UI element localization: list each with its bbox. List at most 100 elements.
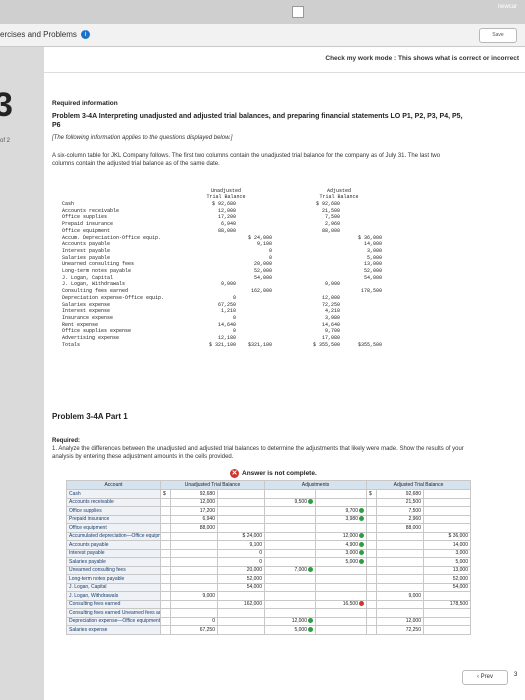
value-cell	[376, 574, 424, 584]
adjustment-input[interactable]	[315, 582, 367, 592]
cell-value: 9,000	[202, 592, 215, 599]
value-cell: 92,680	[170, 489, 218, 499]
account-cell: J. Logan, Capital	[66, 582, 161, 592]
value-cell: 54,000	[423, 582, 471, 592]
value-cell	[376, 582, 424, 592]
cell-value: 13,000	[452, 567, 468, 574]
correct-check-icon	[359, 533, 364, 539]
value-cell	[423, 506, 471, 516]
cell-value: 17,200	[199, 507, 215, 514]
cell-value: 21,500	[405, 499, 421, 506]
question-part: of 2	[0, 138, 11, 144]
adjustment-input[interactable]: 5,000	[264, 625, 316, 635]
table-row: Consulting fees earned 162,000 16,500 178,5…	[66, 599, 471, 609]
value-cell	[170, 548, 218, 558]
save-button[interactable]: Save	[479, 28, 517, 43]
adjustment-input[interactable]	[264, 548, 316, 558]
account-cell: Consulting fees earned	[66, 599, 161, 609]
table-row: Salaries payable 0 5,000 5,000	[66, 557, 471, 567]
value-cell: 52,000	[423, 574, 471, 584]
account-cell: Office supplies	[66, 506, 161, 516]
required-label: Required:	[52, 438, 81, 444]
value-cell	[217, 489, 265, 499]
value-cell	[160, 625, 171, 635]
adjustment-input[interactable]	[315, 591, 367, 601]
adjustment-input[interactable]	[264, 540, 316, 550]
value-cell	[160, 506, 171, 516]
tab-icon[interactable]	[292, 6, 304, 18]
adjustment-input[interactable]	[264, 608, 316, 618]
cell-value: 92,680	[405, 490, 421, 497]
adjustment-input[interactable]	[264, 599, 316, 609]
adjustment-input[interactable]: 3,980	[315, 514, 367, 524]
adjustment-input[interactable]: 16,500	[315, 599, 367, 609]
adjustment-input[interactable]	[264, 489, 316, 499]
value-cell	[160, 540, 171, 550]
value-cell	[170, 582, 218, 592]
adjustment-input[interactable]: 12,000	[315, 531, 367, 541]
value-cell	[160, 557, 171, 567]
cell-value: 54,000	[452, 584, 468, 591]
adjustment-input[interactable]	[264, 506, 316, 516]
value-cell	[366, 531, 377, 541]
cell-value: 0	[212, 618, 215, 625]
cell-value: 92,680	[199, 490, 215, 497]
problem-intro: A six-column table for JKL Company follo…	[52, 153, 441, 167]
value-cell	[170, 599, 218, 609]
adjustment-input[interactable]	[264, 514, 316, 524]
value-cell	[366, 582, 377, 592]
prev-button[interactable]: ‹ Prev	[462, 670, 508, 685]
adjustment-input[interactable]: 5,000	[315, 557, 367, 567]
adjustment-input[interactable]	[315, 625, 367, 635]
adjustment-input[interactable]	[264, 531, 316, 541]
adjustment-input[interactable]	[315, 497, 367, 507]
cell-value: 0	[259, 558, 262, 565]
value-cell: 9,000	[170, 591, 218, 601]
value-cell: $ 36,000	[423, 531, 471, 541]
value-cell	[160, 548, 171, 558]
corner-text: newcar	[497, 4, 517, 10]
adjustment-input[interactable]: 7,000	[264, 565, 316, 575]
cell-value: $	[369, 490, 372, 497]
cell-value: 162,000	[243, 601, 262, 608]
adjustment-input[interactable]	[315, 574, 367, 584]
adjustment-input[interactable]: 3,000	[315, 548, 367, 558]
adjustment-input[interactable]: 12,000	[264, 616, 316, 626]
adjustment-input[interactable]	[264, 582, 316, 592]
adjustment-input[interactable]	[264, 523, 316, 533]
adjustment-input[interactable]: 9,700	[315, 506, 367, 516]
value-cell	[217, 591, 265, 601]
correct-check-icon	[308, 626, 313, 632]
incorrect-x-icon	[359, 601, 364, 607]
value-cell: 178,500	[423, 599, 471, 609]
adjustment-input[interactable]	[315, 616, 367, 626]
account-cell: Consulting fees earned Unearned fees adj…	[66, 608, 161, 618]
adjustment-input[interactable]	[315, 565, 367, 575]
value-cell	[376, 608, 424, 618]
adjustment-input[interactable]	[264, 591, 316, 601]
value-cell	[160, 574, 171, 584]
value-cell	[217, 625, 265, 635]
cell-value: 88,000	[405, 524, 421, 531]
cell-value: 16,500	[342, 601, 358, 608]
adjustment-input[interactable]	[315, 489, 367, 499]
value-cell: 67,250	[170, 625, 218, 635]
value-cell	[217, 616, 265, 626]
adjustment-input[interactable]: 4,900	[315, 540, 367, 550]
adjusted-debits: $ 92,680 21,500 7,500 2,960 88,000 9,000…	[312, 201, 340, 348]
adjustment-input[interactable]: 9,500	[264, 497, 316, 507]
adjustment-input[interactable]	[264, 557, 316, 567]
value-cell: 7,500	[376, 506, 424, 516]
adjustment-input[interactable]	[264, 574, 316, 584]
cell-value: $ 24,000	[242, 533, 262, 540]
correct-check-icon	[359, 541, 364, 547]
table-row: J. Logan, Capital 54,000 54,000	[66, 582, 471, 592]
value-cell	[160, 608, 171, 618]
adjustment-input[interactable]	[315, 523, 367, 533]
value-cell: 14,000	[423, 540, 471, 550]
table-row: Accumulated depreciation—Office equipmen…	[66, 531, 471, 541]
correct-check-icon	[359, 516, 364, 522]
info-icon[interactable]: i	[80, 30, 90, 40]
adjustment-input[interactable]	[315, 608, 367, 618]
table-row: Cash $92,680 $92,680	[66, 489, 471, 499]
